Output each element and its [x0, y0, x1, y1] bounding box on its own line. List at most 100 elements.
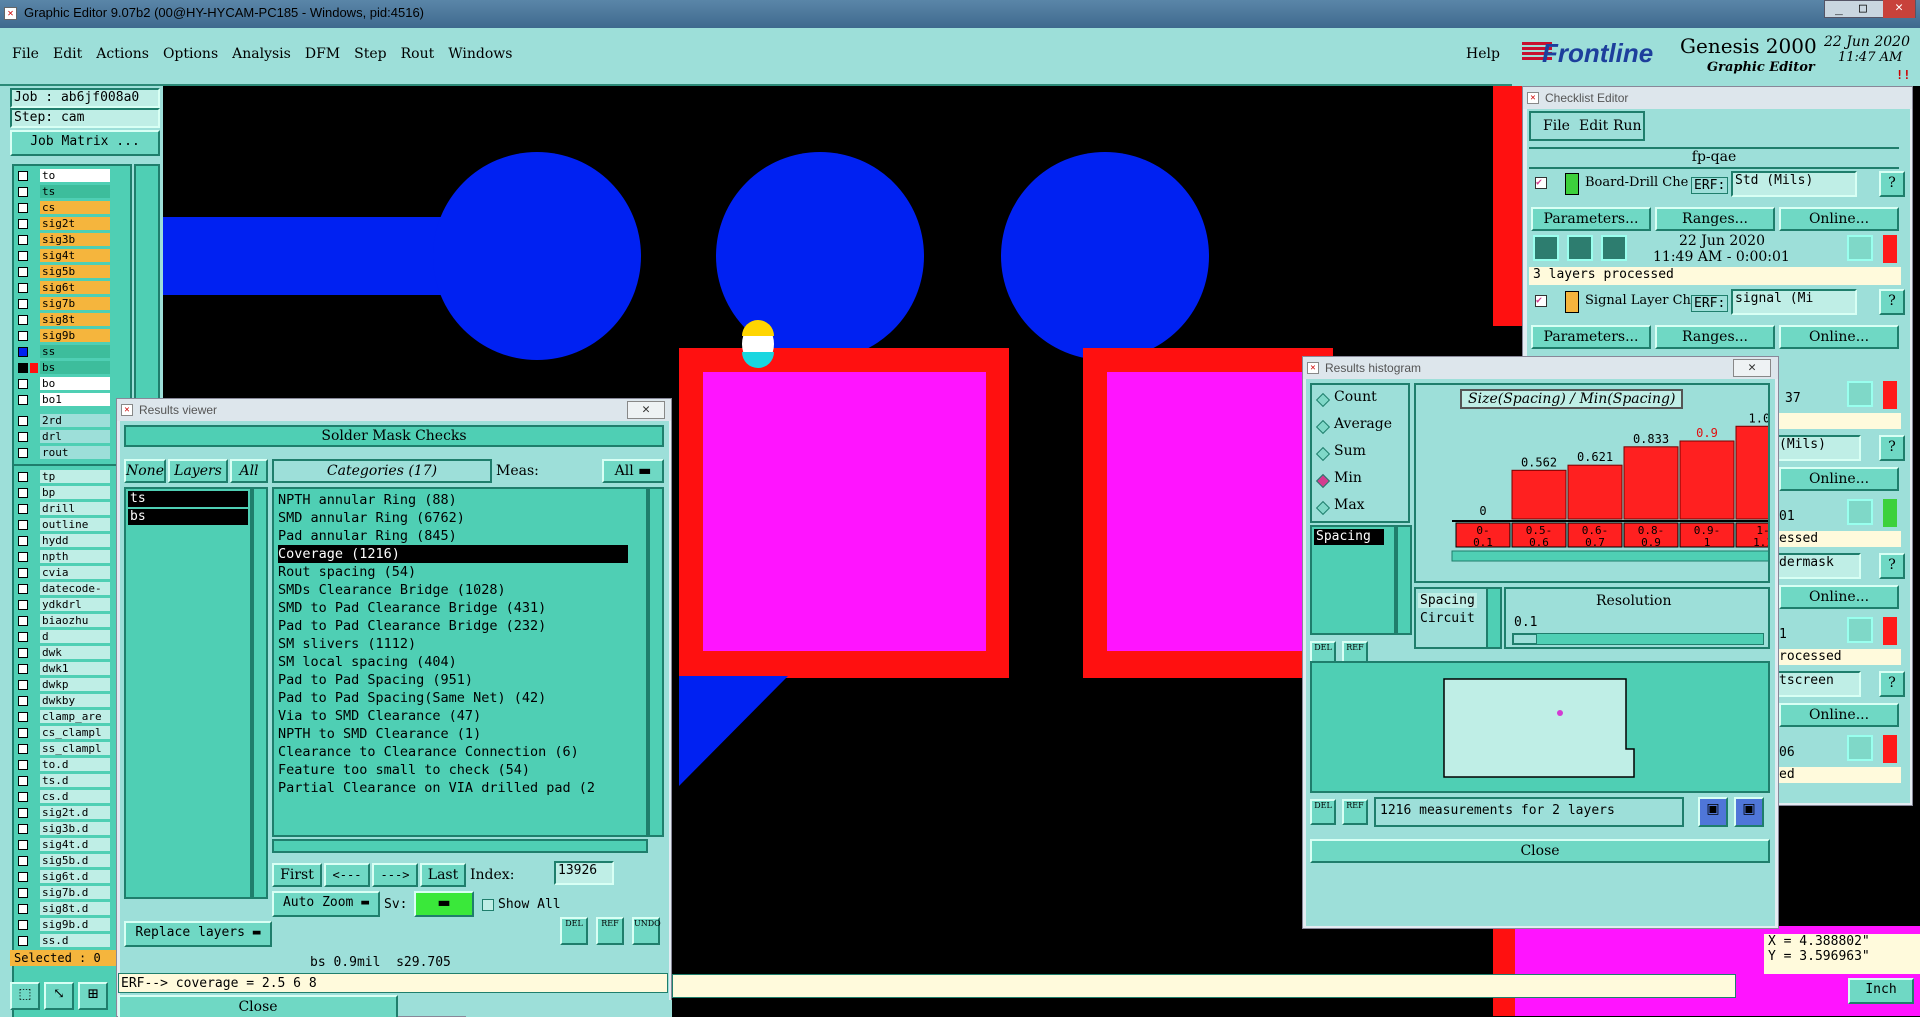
command-line[interactable]	[672, 974, 1736, 998]
layer-color-swatch[interactable]	[30, 331, 38, 341]
layer-checkbox[interactable]	[18, 632, 28, 642]
zoom-window-icon[interactable]: ⬚	[10, 982, 40, 1010]
layer-checkbox[interactable]	[18, 824, 28, 834]
online-button[interactable]: Online...	[1779, 325, 1899, 349]
layer-checkbox[interactable]	[18, 520, 28, 530]
job-matrix-button[interactable]: Job Matrix ...	[10, 130, 160, 156]
zoom-icon[interactable]	[1847, 499, 1873, 525]
layer-checkbox[interactable]	[18, 696, 28, 706]
layer-checkbox[interactable]	[18, 616, 28, 626]
maximize-icon[interactable]: □	[1859, 1, 1867, 16]
layer-color-swatch[interactable]	[30, 315, 38, 325]
layer-checkbox[interactable]	[18, 648, 28, 658]
layer-color-swatch[interactable]	[30, 267, 38, 277]
layer-checkbox[interactable]	[18, 872, 28, 882]
layer-checkbox[interactable]	[18, 936, 28, 946]
category-item[interactable]: Feature too small to check (54)	[278, 761, 530, 779]
first-button[interactable]: First	[272, 863, 322, 887]
layer-row[interactable]: sig7b	[14, 297, 134, 310]
menu-file[interactable]: File	[12, 46, 39, 62]
layer-checkbox[interactable]	[18, 600, 28, 610]
layer-checkbox[interactable]	[18, 568, 28, 578]
sel-spacing[interactable]: Spacing	[1418, 593, 1477, 608]
layer-checkbox[interactable]	[18, 744, 28, 754]
layers-all-button[interactable]: All	[230, 459, 268, 483]
help-button[interactable]: ?	[1879, 171, 1905, 197]
layer-checkbox[interactable]	[18, 235, 28, 245]
ranges-button[interactable]: Ranges...	[1655, 207, 1775, 231]
layer-row[interactable]: sig9b	[14, 329, 134, 342]
category-item[interactable]: SM local spacing (404)	[278, 653, 457, 671]
category-item[interactable]: SM slivers (1112)	[278, 635, 416, 653]
close-icon[interactable]: ✕	[627, 401, 665, 419]
layer-color-swatch[interactable]	[30, 347, 38, 357]
menu-options[interactable]: Options	[163, 46, 218, 62]
index-input[interactable]: 13926	[554, 861, 614, 885]
layer-row[interactable]: sig8t	[14, 313, 134, 326]
sel-circuit[interactable]: Circuit	[1418, 611, 1477, 626]
layer-checkbox[interactable]	[18, 267, 28, 277]
category-item[interactable]: Coverage (1216)	[278, 545, 628, 563]
histogram-close-button[interactable]: Close	[1310, 839, 1770, 863]
layer-color-swatch[interactable]	[30, 235, 38, 245]
layer-checkbox[interactable]	[18, 728, 28, 738]
radio-min[interactable]	[1315, 473, 1331, 489]
next-button[interactable]: --->	[372, 863, 418, 887]
layer-row[interactable]: ss	[14, 345, 134, 358]
layer-checkbox[interactable]	[18, 840, 28, 850]
layer-row[interactable]: sig4t	[14, 249, 134, 262]
ranges-button[interactable]: Ranges...	[1655, 325, 1775, 349]
layers-none-button[interactable]: None	[124, 459, 166, 483]
minimize-icon[interactable]: _	[1835, 1, 1843, 16]
delete-icon[interactable]: DEL	[1310, 799, 1336, 825]
zoom-icon[interactable]	[1847, 617, 1873, 643]
layer-checkbox[interactable]	[18, 856, 28, 866]
undo-icon[interactable]: UNDO	[632, 917, 661, 945]
category-item[interactable]: SMD annular Ring (6762)	[278, 509, 465, 527]
check-toggle-icon[interactable]: ✔	[1535, 295, 1547, 307]
menu-rout[interactable]: Rout	[401, 46, 435, 62]
layer-results-scrollbar[interactable]	[252, 487, 268, 899]
category-item[interactable]: NPTH annular Ring (88)	[278, 491, 457, 509]
menu-analysis[interactable]: Analysis	[232, 46, 291, 62]
help-button[interactable]: ?	[1879, 435, 1905, 461]
export-icon[interactable]: ▣	[1734, 797, 1764, 827]
layer-checkbox[interactable]	[18, 904, 28, 914]
layer-checkbox[interactable]	[18, 664, 28, 674]
layer-row[interactable]: bo	[14, 377, 134, 390]
help-button[interactable]: ?	[1879, 671, 1905, 697]
menu-actions[interactable]: Actions	[96, 46, 149, 62]
category-item[interactable]: Pad annular Ring (845)	[278, 527, 457, 545]
layer-checkbox[interactable]	[18, 504, 28, 514]
layer-checkbox[interactable]	[18, 792, 28, 802]
layer-checkbox[interactable]	[18, 379, 28, 389]
radio-max[interactable]	[1315, 500, 1331, 516]
layers-button[interactable]: Layers	[168, 459, 228, 483]
partial-erf-value[interactable]: (Mils)	[1771, 435, 1861, 461]
category-item[interactable]: Rout spacing (54)	[278, 563, 416, 581]
auto-zoom-dropdown[interactable]: Auto Zoom ▬	[272, 891, 380, 917]
grid-icon[interactable]: ⊞	[78, 982, 108, 1010]
mode-average[interactable]: Average	[1334, 416, 1392, 432]
checklist-menu-run[interactable]: Run	[1613, 118, 1642, 134]
checklist-menu-file[interactable]: File	[1543, 118, 1570, 134]
erf-value-signal[interactable]: signal (Mi	[1731, 289, 1857, 315]
board-preview[interactable]	[1310, 661, 1770, 793]
chart-scrollbar[interactable]	[1451, 550, 1768, 562]
layer-checkbox[interactable]	[18, 888, 28, 898]
check-toggle-icon[interactable]: ✔	[1535, 177, 1547, 189]
layer-row[interactable]: to	[14, 169, 134, 182]
categories-scrollbar[interactable]	[648, 487, 664, 837]
show-all-checkbox[interactable]	[482, 899, 494, 911]
pan-icon[interactable]: ⤡	[44, 982, 74, 1010]
layer-color-swatch[interactable]	[30, 251, 38, 261]
layer-checkbox[interactable]	[18, 251, 28, 261]
zoom-icon[interactable]	[1847, 235, 1873, 261]
mode-count[interactable]: Count	[1334, 389, 1377, 405]
layer-color-swatch[interactable]	[30, 283, 38, 293]
meas-dropdown[interactable]: All ▬	[602, 459, 664, 483]
mode-sum[interactable]: Sum	[1334, 443, 1366, 459]
layer-checkbox[interactable]	[18, 395, 28, 405]
layer-color-swatch[interactable]	[30, 363, 38, 373]
layer-checkbox[interactable]	[18, 363, 28, 373]
